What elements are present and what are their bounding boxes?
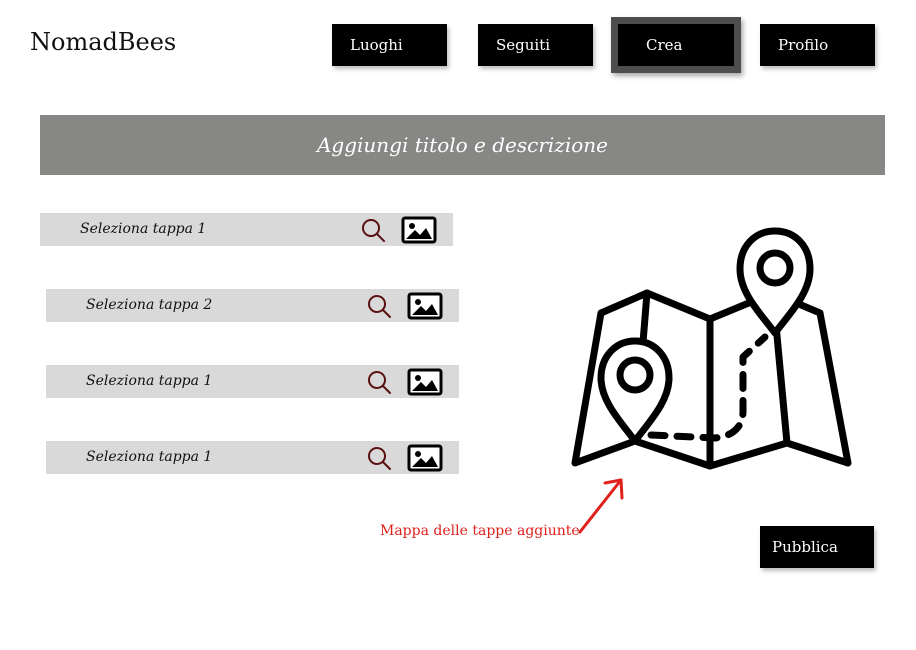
title-description-field[interactable]: Aggiungi titolo e descrizione <box>40 115 885 175</box>
nav-seguiti-label: Seguiti <box>496 36 551 54</box>
nav-seguiti-button[interactable]: Seguiti <box>478 24 593 66</box>
nav-profilo-button[interactable]: Profilo <box>760 24 875 66</box>
title-description-placeholder: Aggiungi titolo e descrizione <box>316 133 608 157</box>
stage-label: Seleziona tappa 1 <box>86 373 213 389</box>
stage-label: Seleziona tappa 2 <box>86 297 213 313</box>
brand-logo[interactable]: NomadBees <box>30 28 176 56</box>
publish-button[interactable]: Pubblica <box>760 526 874 568</box>
nav-crea-inner: Crea <box>618 24 734 66</box>
search-icon[interactable] <box>366 369 392 395</box>
stage-label: Seleziona tappa 1 <box>80 221 207 237</box>
nav-luoghi-label: Luoghi <box>350 36 403 54</box>
search-icon[interactable] <box>360 217 386 243</box>
stage-row[interactable]: Seleziona tappa 1 <box>40 213 453 246</box>
map-with-pins-icon <box>571 227 852 470</box>
stage-row[interactable]: Seleziona tappa 1 <box>46 365 459 398</box>
stage-label: Seleziona tappa 1 <box>86 449 213 465</box>
nav-luoghi-button[interactable]: Luoghi <box>332 24 447 66</box>
nav-crea-label: Crea <box>646 36 683 54</box>
map-annotation-text: Mappa delle tappe aggiunte <box>380 523 580 539</box>
search-icon[interactable] <box>366 293 392 319</box>
image-icon[interactable] <box>401 216 437 244</box>
stage-row[interactable]: Seleziona tappa 1 <box>46 441 459 474</box>
image-icon[interactable] <box>407 368 443 396</box>
search-icon[interactable] <box>366 445 392 471</box>
image-icon[interactable] <box>407 292 443 320</box>
nav-profilo-label: Profilo <box>778 36 829 54</box>
image-icon[interactable] <box>407 444 443 472</box>
nav-crea-button[interactable]: Crea <box>611 17 741 73</box>
arrow-up-right-icon <box>578 478 624 534</box>
publish-label: Pubblica <box>772 538 838 556</box>
stage-row[interactable]: Seleziona tappa 2 <box>46 289 459 322</box>
app-root: NomadBees Luoghi Seguiti Crea Profilo Ag… <box>0 0 916 650</box>
